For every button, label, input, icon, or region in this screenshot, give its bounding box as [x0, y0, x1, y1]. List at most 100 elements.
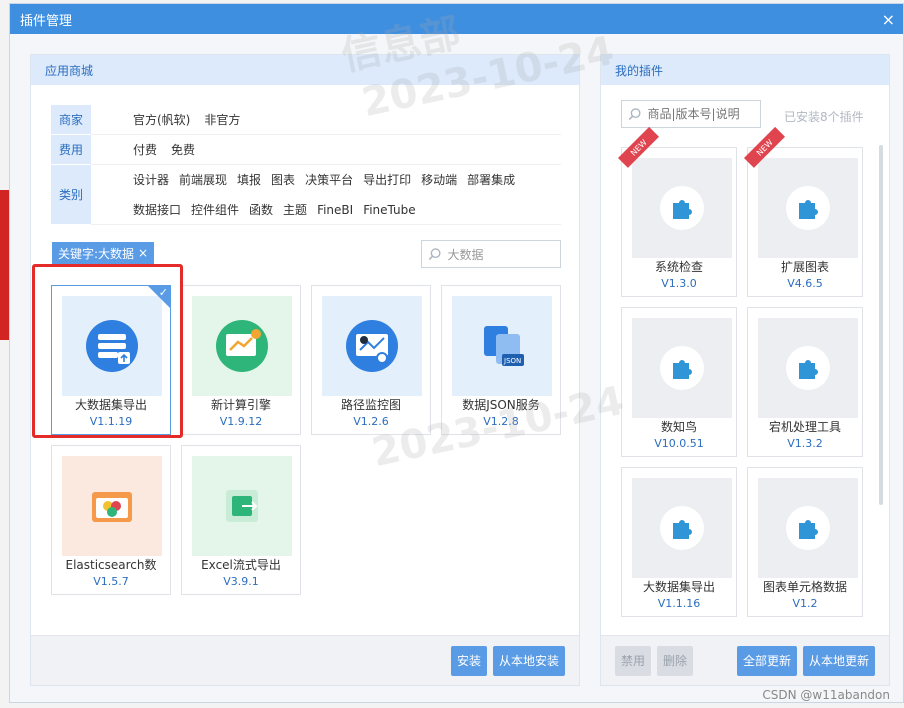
filter-option[interactable]: 数据接口	[133, 195, 181, 225]
search-icon	[428, 248, 441, 261]
plugin-name: 宕机处理工具	[768, 420, 841, 434]
plugin-manager-dialog: 插件管理 × 应用商城 商家 官方(帆软) 非官方 费用 付费 免费 类别 设计…	[9, 3, 904, 703]
csdn-credit: CSDN @w11abandon	[762, 688, 890, 702]
plugin-card[interactable]: ✓ 大数据集导出 V1.1.19	[51, 285, 171, 435]
plugin-thumbnail: JSON	[452, 296, 552, 396]
plugin-version: V1.1.16	[657, 597, 701, 610]
plugin-thumbnail	[632, 318, 732, 418]
plugin-thumbnail	[632, 158, 732, 258]
installed-plugin-card[interactable]: 图表单元格数据 V1.2	[747, 467, 863, 617]
plugin-version: V10.0.51	[654, 437, 704, 450]
filter-values-category: 设计器 前端展现 填报 图表 决策平台 导出打印 移动端 部署集成 数据接口 控…	[91, 165, 561, 225]
filter-option[interactable]: FineTube	[363, 195, 415, 225]
dialog-title: 插件管理	[20, 13, 73, 29]
filter-area: 商家 官方(帆软) 非官方 费用 付费 免费 类别 设计器 前端展现 填报 图表…	[51, 105, 561, 225]
plugin-name: 新计算引擎	[210, 398, 271, 412]
filter-label-vendor: 商家	[51, 105, 91, 135]
installed-count: 已安装8个插件	[784, 110, 864, 124]
filter-option[interactable]: 控件组件	[191, 195, 239, 225]
local-install-button[interactable]: 从本地安装	[492, 645, 565, 676]
plugin-version: V1.2	[792, 597, 818, 610]
filter-option[interactable]: 图表	[271, 165, 295, 195]
filter-option[interactable]: FineBI	[317, 195, 353, 225]
local-update-button[interactable]: 从本地更新	[802, 645, 875, 676]
filter-option[interactable]: 前端展现	[179, 165, 227, 195]
plugin-name: 系统检查	[654, 260, 703, 274]
filter-label-category: 类别	[51, 165, 91, 225]
puzzle-icon	[786, 346, 830, 390]
dialog-titlebar: 插件管理 ×	[10, 4, 903, 34]
excel-export-icon	[226, 490, 258, 522]
plugin-version: V1.3.0	[661, 277, 697, 290]
path-monitor-icon	[346, 320, 398, 372]
plugin-thumbnail	[192, 456, 292, 556]
plugin-name: 大数据集导出	[642, 580, 715, 594]
installed-plugin-card[interactable]: NEW 扩展图表 V4.6.5	[744, 126, 863, 297]
plugin-version: V3.9.1	[223, 575, 259, 588]
filter-option[interactable]: 导出打印	[363, 165, 411, 195]
installed-plugin-card[interactable]: 大数据集导出 V1.1.16	[621, 467, 737, 617]
filter-option[interactable]: 设计器	[133, 165, 169, 195]
my-plugins-header: 我的插件	[601, 55, 889, 85]
plugin-card[interactable]: 新计算引擎 V1.9.12	[181, 285, 301, 435]
plugin-name: 数知鸟	[660, 420, 697, 434]
plugin-thumbnail	[758, 318, 858, 418]
tag-close-icon[interactable]: ×	[138, 246, 148, 260]
my-search-input[interactable]	[647, 107, 754, 121]
filter-option[interactable]: 部署集成	[467, 165, 515, 195]
filter-option[interactable]: 非官方	[204, 111, 240, 128]
filter-label-cost: 费用	[51, 135, 91, 165]
filter-option[interactable]: 移动端	[421, 165, 457, 195]
puzzle-icon	[786, 506, 830, 550]
puzzle-icon	[660, 186, 704, 230]
puzzle-icon	[660, 346, 704, 390]
svg-text:JSON: JSON	[503, 357, 521, 365]
app-store-panel: 应用商城 商家 官方(帆软) 非官方 费用 付费 免费 类别 设计器 前端展现 …	[30, 54, 580, 686]
installed-plugin-card[interactable]: 数知鸟 V10.0.51	[621, 307, 737, 457]
filter-values-vendor: 官方(帆软) 非官方	[91, 105, 561, 135]
plugin-thumbnail	[758, 478, 858, 578]
filter-option[interactable]: 函数	[249, 195, 273, 225]
filter-option[interactable]: 主题	[283, 195, 307, 225]
install-button[interactable]: 安装	[450, 645, 487, 676]
keyword-tag-label: 关键字:大数据	[58, 246, 135, 261]
filter-values-cost: 付费 免费	[91, 135, 561, 165]
plugin-name: 数据JSON服务	[462, 398, 540, 412]
plugin-thumbnail	[62, 296, 162, 396]
delete-button[interactable]: 删除	[657, 645, 694, 676]
my-search-box	[621, 100, 761, 128]
plugin-card[interactable]: 路径监控图 V1.2.6	[311, 285, 431, 435]
plugin-card[interactable]: Elasticsearch数 V1.5.7	[51, 445, 171, 595]
store-search-box	[421, 240, 561, 268]
search-icon	[628, 108, 641, 121]
update-all-button[interactable]: 全部更新	[736, 645, 797, 676]
elasticsearch-icon	[92, 492, 132, 522]
plugin-version: V1.2.8	[483, 415, 519, 428]
installed-plugin-card[interactable]: NEW 系统检查 V1.3.0	[618, 126, 737, 297]
json-service-icon: JSON	[484, 326, 524, 366]
plugin-thumbnail	[192, 296, 292, 396]
puzzle-icon	[786, 186, 830, 230]
plugin-version: V1.1.19	[89, 415, 133, 428]
plugin-card[interactable]: Excel流式导出 V3.9.1	[181, 445, 301, 595]
close-icon[interactable]: ×	[882, 10, 895, 29]
scrollbar[interactable]	[879, 145, 883, 505]
plugin-version: V1.5.7	[93, 575, 129, 588]
filter-row-cost: 费用 付费 免费	[51, 135, 561, 165]
store-search-input[interactable]	[447, 247, 554, 261]
disable-button[interactable]: 禁用	[615, 645, 652, 676]
filter-option[interactable]: 免费	[171, 141, 195, 158]
filter-option[interactable]: 决策平台	[305, 165, 353, 195]
filter-option[interactable]: 官方(帆软)	[133, 111, 190, 128]
filter-option[interactable]: 填报	[237, 165, 261, 195]
installed-plugin-card[interactable]: 宕机处理工具 V1.3.2	[747, 307, 863, 457]
plugin-version: V1.9.12	[219, 415, 263, 428]
plugin-name: 路径监控图	[340, 398, 401, 412]
plugin-version: V1.2.6	[353, 415, 389, 428]
plugin-thumbnail	[62, 456, 162, 556]
filter-option[interactable]: 付费	[133, 141, 157, 158]
right-actions: 全部更新 从本地更新	[736, 645, 875, 676]
plugin-card[interactable]: JSON 数据JSON服务 V1.2.8	[441, 285, 561, 435]
left-actions: 禁用 删除	[615, 645, 694, 676]
app-store-header: 应用商城	[31, 55, 579, 85]
